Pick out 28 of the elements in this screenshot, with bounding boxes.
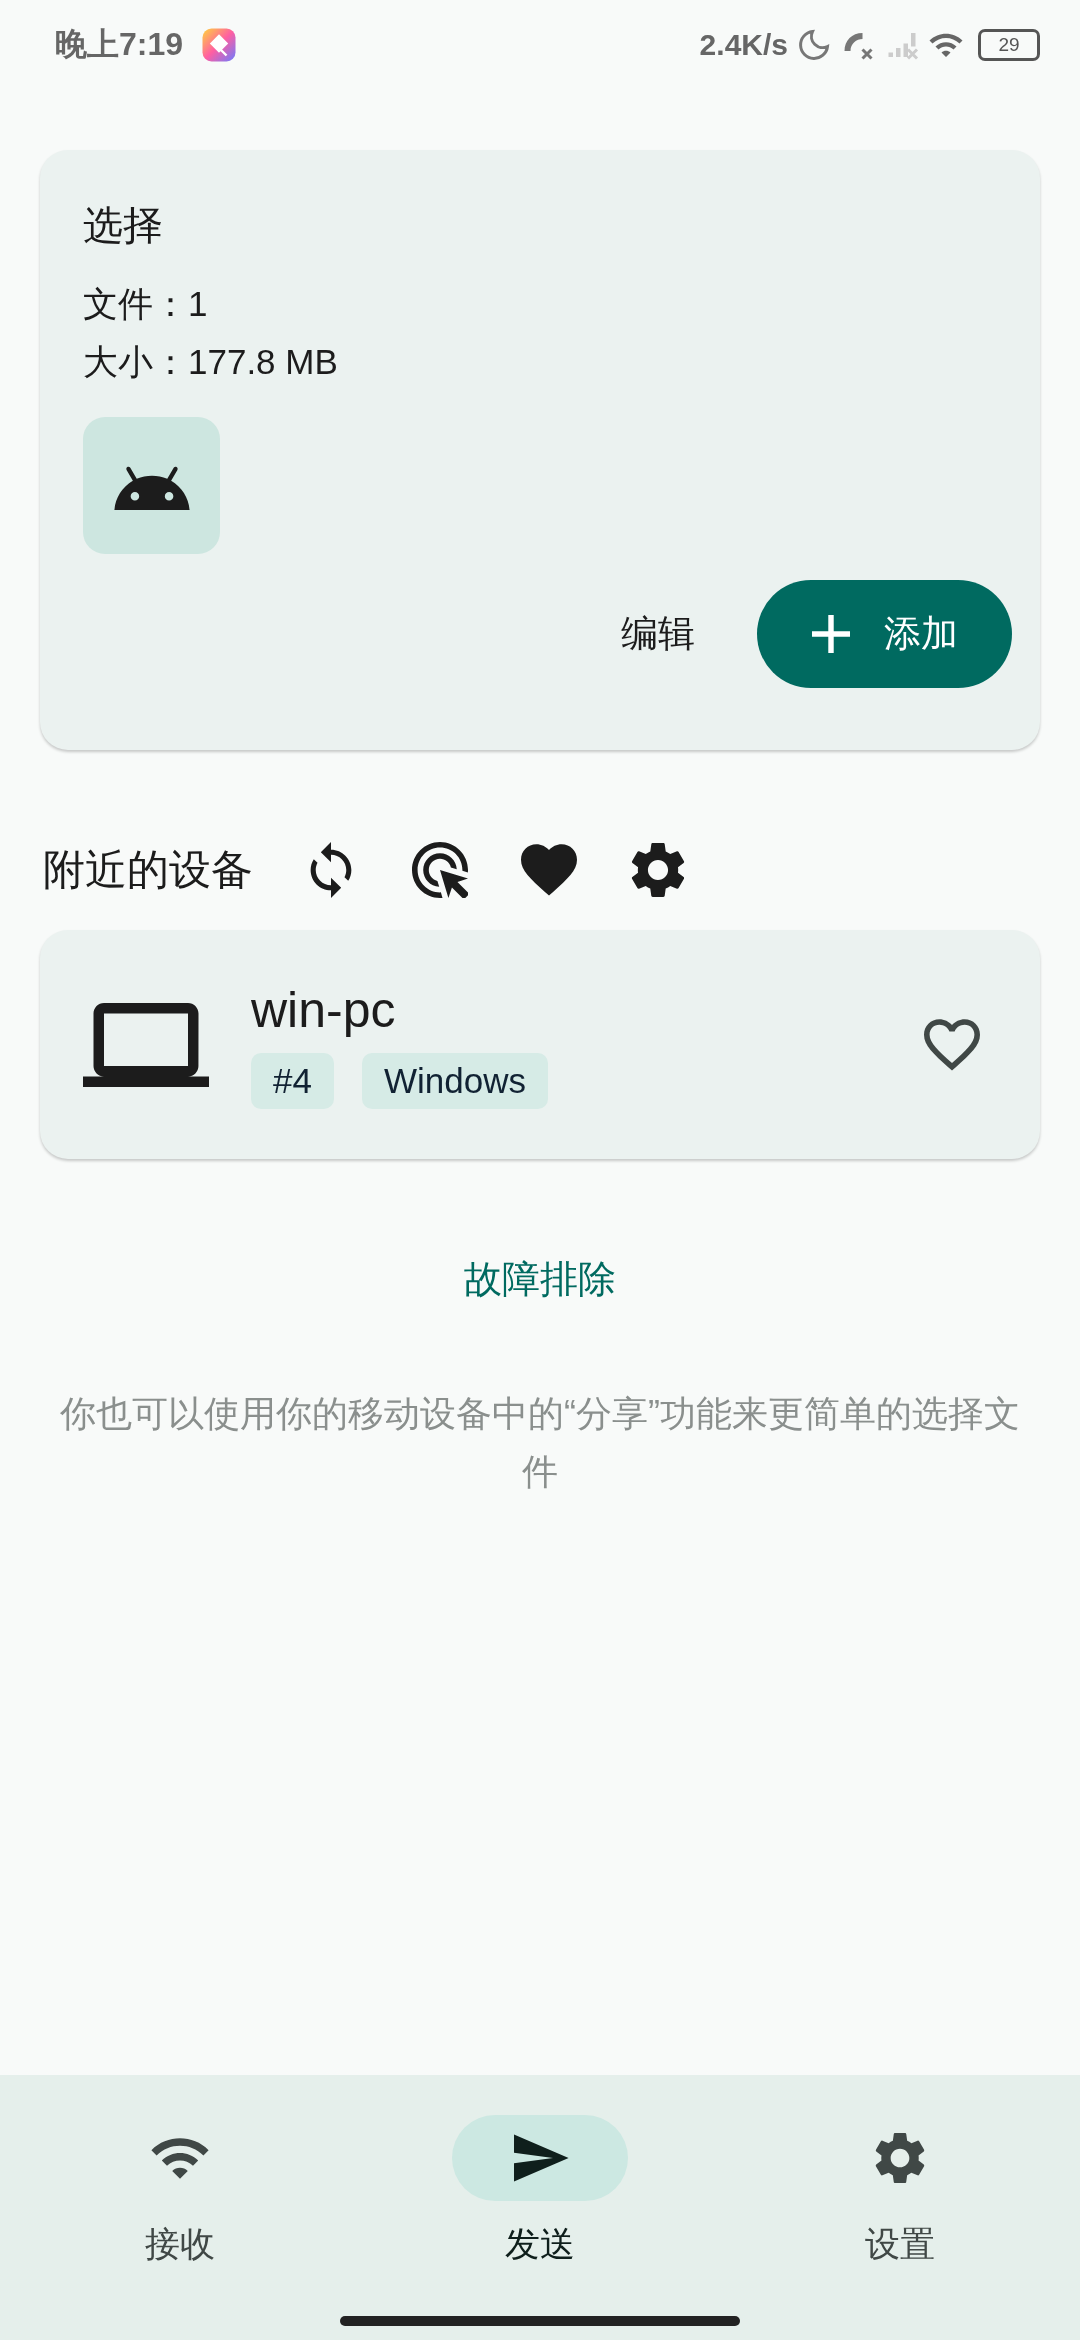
section-title: 附近的设备	[43, 845, 253, 895]
settings-icon[interactable]	[630, 842, 686, 898]
plus-icon	[811, 615, 850, 653]
device-tag: Windows	[361, 1052, 548, 1109]
file-size: 大小：177.8 MB	[83, 341, 339, 383]
status-time: 晚上7:19	[55, 25, 184, 64]
edit-button[interactable]: 编辑	[621, 599, 695, 669]
laptop-icon	[83, 1002, 209, 1087]
cursor-click-icon[interactable]	[412, 842, 468, 898]
device-card[interactable]: win-pc #4 Windows	[40, 930, 1040, 1159]
heart-icon[interactable]	[521, 842, 577, 898]
nav-tab[interactable]: 接收	[0, 2115, 360, 2340]
nav-tab[interactable]: 设置	[720, 2115, 1080, 2340]
file-thumbnail[interactable]	[83, 417, 220, 554]
file-count: 文件：1	[83, 283, 209, 325]
battery-icon: 29	[978, 29, 1040, 61]
add-button[interactable]: 添加	[757, 580, 1012, 688]
network-speed: 2.4K/s	[699, 28, 788, 62]
device-name: win-pc	[251, 980, 397, 1039]
card-title: 选择	[83, 202, 164, 249]
heart-outline-icon[interactable]	[924, 1018, 980, 1071]
device-tag: #4	[251, 1052, 334, 1109]
moon-icon	[796, 27, 832, 63]
troubleshoot-link[interactable]: 故障排除	[464, 1254, 616, 1305]
nav-tab[interactable]: 发送	[360, 2115, 720, 2340]
hint-text: 你也可以使用你的移动设备中的“分享”功能来更简单的选择文件	[59, 1392, 1021, 1494]
send-icon	[511, 2132, 569, 2184]
app-icon	[201, 27, 238, 63]
